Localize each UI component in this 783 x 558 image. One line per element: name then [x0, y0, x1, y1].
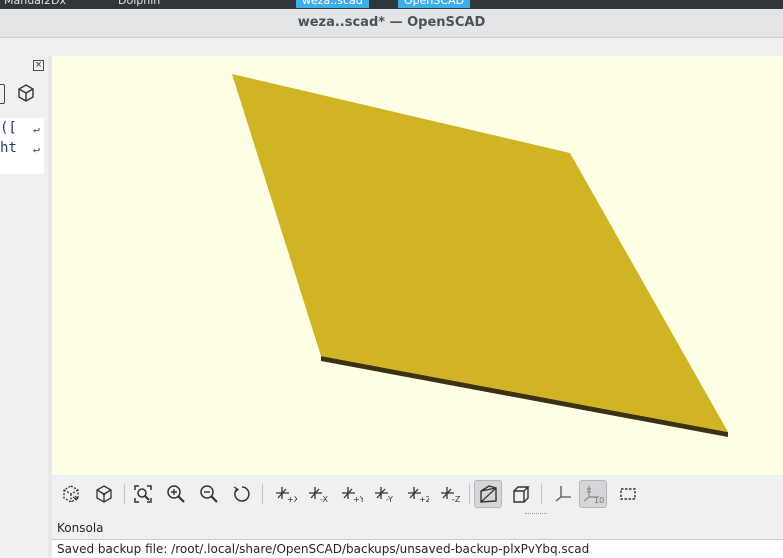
show-edges-button[interactable]: [614, 480, 642, 508]
taskbar: Manual2Dx Dolphin weza..scad OpenSCAD: [0, 0, 783, 9]
toolbar-separator: [541, 484, 542, 504]
view-toolbar: +X -X +Y -Y +Z -Z 10: [52, 476, 783, 516]
preview-icon: [63, 485, 79, 503]
zoom-in-icon: [167, 485, 185, 503]
code-line: ([↩: [0, 118, 44, 138]
code-editor[interactable]: ([↩ ht ↩: [0, 118, 44, 174]
axis-back-icon: +Y: [342, 487, 363, 504]
svg-text:+X: +X: [287, 495, 297, 504]
svg-text:-Y: -Y: [386, 495, 393, 504]
show-scale-markers-button[interactable]: 10: [579, 480, 607, 508]
svg-text:10: 10: [594, 496, 604, 505]
reset-view-icon: [233, 486, 250, 502]
export-3d-icon[interactable]: [16, 83, 36, 107]
axis-right-icon: +X: [276, 487, 297, 504]
axis-front-icon: -Y: [375, 487, 393, 504]
line-wrap-icon: ↩: [33, 123, 41, 137]
editor-toolbar-button[interactable]: [0, 84, 5, 104]
taskbar-item-weza[interactable]: weza..scad: [296, 0, 369, 8]
window-titlebar[interactable]: weza..scad* — OpenSCAD: [0, 9, 783, 38]
svg-text:+Y: +Y: [353, 495, 363, 504]
view-bottom-button[interactable]: -Z: [436, 480, 464, 508]
axis-bottom-icon: -Z: [441, 487, 461, 504]
editor-close-button[interactable]: ×: [33, 60, 44, 71]
show-edges-icon: [620, 488, 636, 500]
orthogonal-icon: [513, 486, 530, 503]
line-wrap-icon: ↩: [33, 143, 41, 157]
view-front-button[interactable]: -Y: [370, 480, 398, 508]
view-back-button[interactable]: +Y: [337, 480, 365, 508]
zoom-out-icon: [200, 485, 218, 503]
render-button[interactable]: [90, 480, 118, 508]
toolbar-separator: [262, 484, 263, 504]
show-axes-icon: [555, 486, 571, 502]
perspective-icon: [480, 485, 497, 503]
toolbar-separator: [469, 484, 470, 504]
svg-text:+Z: +Z: [419, 495, 429, 504]
preview-button[interactable]: [57, 480, 85, 508]
console-message: Saved backup file: /root/.local/share/Op…: [57, 542, 590, 556]
svg-text:-Z: -Z: [452, 495, 461, 504]
toolbar-resize-grip[interactable]: [525, 513, 547, 517]
editor-panel: × ([↩ ht ↩: [0, 56, 48, 176]
taskbar-item-openscad[interactable]: OpenSCAD: [398, 0, 471, 8]
svg-text:-X: -X: [320, 495, 328, 504]
view-all-icon: [134, 485, 152, 503]
reset-view-button[interactable]: [228, 480, 256, 508]
console-title: Konsola: [57, 521, 104, 535]
view-all-button[interactable]: [129, 480, 157, 508]
code-line: ht ↩: [0, 138, 44, 158]
view-left-button[interactable]: -X: [304, 480, 332, 508]
view-top-button[interactable]: +Z: [403, 480, 431, 508]
window-title: weza..scad* — OpenSCAD: [297, 15, 486, 30]
taskbar-item-dolphin[interactable]: Dolphin: [118, 0, 160, 8]
taskbar-item-manual[interactable]: Manual2Dx: [4, 0, 66, 8]
model-top-face: [232, 74, 728, 432]
console-output[interactable]: Saved backup file: /root/.local/share/Op…: [52, 539, 783, 558]
zoom-out-button[interactable]: [195, 480, 223, 508]
axis-left-icon: -X: [309, 487, 328, 504]
3d-viewport[interactable]: [52, 56, 783, 475]
perspective-button[interactable]: [474, 480, 502, 508]
view-right-button[interactable]: +X: [271, 480, 299, 508]
orthogonal-button[interactable]: [507, 480, 535, 508]
scale-markers-icon: 10: [583, 486, 604, 505]
show-axes-button[interactable]: [549, 480, 577, 508]
render-icon: [96, 485, 112, 503]
toolbar-separator: [124, 484, 125, 504]
axis-top-icon: +Z: [408, 487, 429, 504]
zoom-in-button[interactable]: [162, 480, 190, 508]
